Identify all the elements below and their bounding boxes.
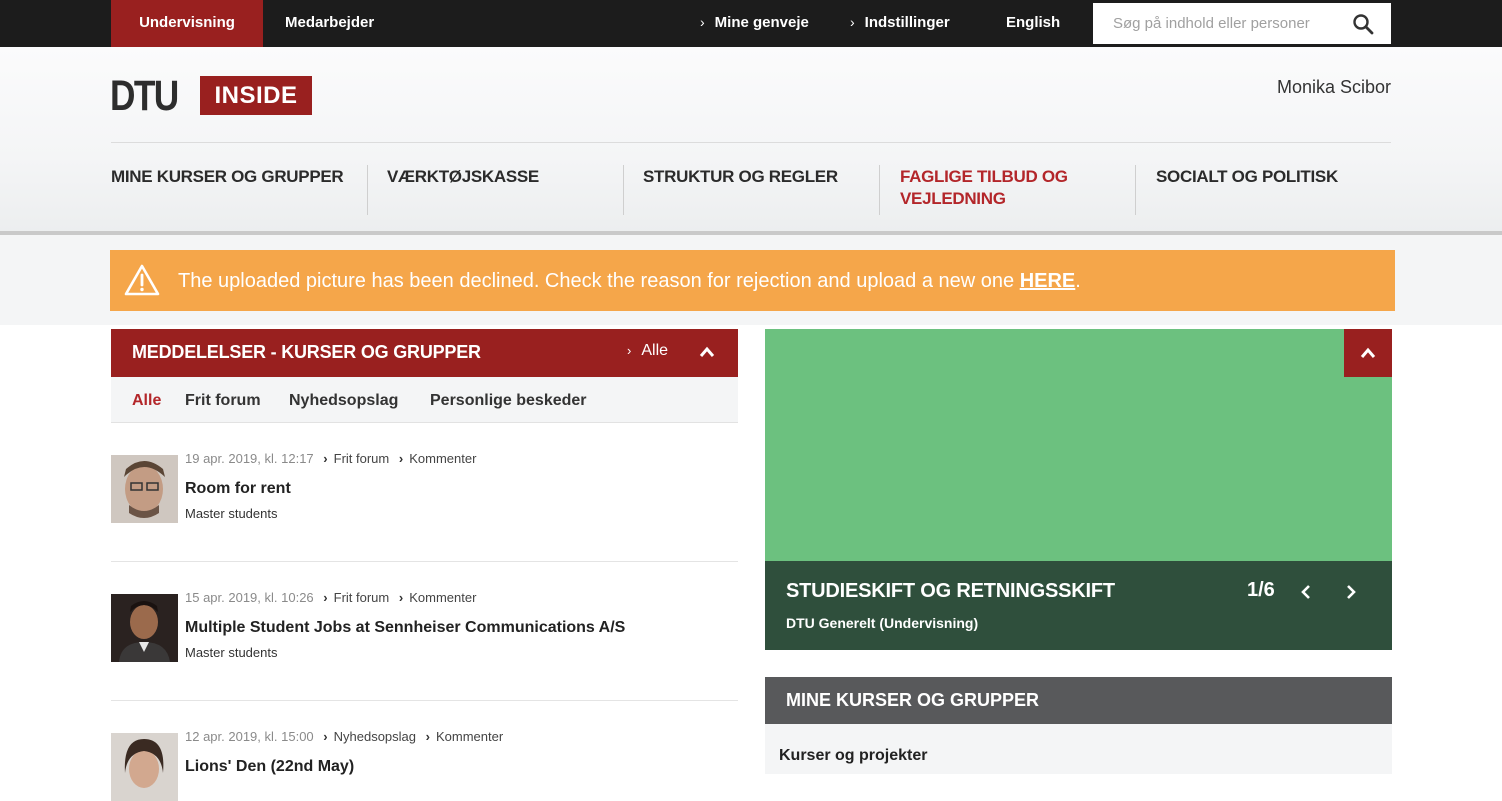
search-placeholder: Søg på indhold eller personer [1113, 15, 1310, 32]
site-header [0, 47, 1502, 233]
nav-label-line: FAGLIGE TILBUD OG [900, 167, 1068, 186]
carousel-counter: 1/6 [1247, 579, 1275, 601]
nav-separator [367, 165, 368, 215]
my-courses-header: MINE KURSER OG GRUPPER [765, 677, 1392, 724]
courses-subheading: Kurser og projekter [779, 747, 928, 764]
post-meta: 15 apr. 2019, kl. 10:26 Frit forum Komme… [185, 590, 476, 605]
carousel-title[interactable]: STUDIESKIFT OG RETNINGSSKIFT [786, 580, 1115, 603]
comment-link[interactable]: Kommenter [399, 451, 477, 466]
chevron-right-icon: › [850, 14, 855, 30]
chevron-right-icon: › [700, 14, 705, 30]
chevron-right-icon: › [627, 343, 632, 358]
announcements-header: MEDDELELSER - KURSER OG GRUPPER › Alle [111, 329, 738, 377]
post-title[interactable]: Room for rent [185, 480, 291, 498]
announcements-title: MEDDELELSER - KURSER OG GRUPPER [132, 342, 481, 362]
post-group: Master students [185, 506, 278, 521]
chevron-right-icon[interactable] [1345, 583, 1357, 601]
tab-undervisning[interactable]: Undervisning [111, 0, 263, 47]
nav-faglige-tilbud[interactable]: FAGLIGE TILBUD OG VEJLEDNING [900, 166, 1068, 210]
header-rule [111, 142, 1391, 143]
alert-here-link[interactable]: HERE [1020, 270, 1076, 292]
filter-frit-forum[interactable]: Frit forum [185, 392, 261, 410]
filter-alle[interactable]: Alle [132, 392, 161, 410]
announcement-filters: Alle Frit forum Nyhedsopslag Personlige … [111, 377, 738, 423]
collapse-button[interactable] [1344, 329, 1392, 377]
avatar[interactable] [111, 455, 178, 523]
post-title[interactable]: Multiple Student Jobs at Sennheiser Comm… [185, 619, 625, 637]
nav-vaerktojskasse[interactable]: VÆRKTØJSKASSE [387, 166, 539, 188]
post-group: Master students [185, 645, 278, 660]
nav-struktur-og-regler[interactable]: STRUKTUR OG REGLER [643, 166, 838, 188]
announcements-all-link[interactable]: › Alle [627, 342, 668, 360]
search-icon[interactable] [1352, 13, 1374, 35]
nav-socialt-og-politisk[interactable]: SOCIALT OG POLITISK [1156, 166, 1338, 188]
comment-link[interactable]: Kommenter [399, 590, 477, 605]
search-input[interactable]: Søg på indhold eller personer [1093, 3, 1391, 44]
inside-badge[interactable]: INSIDE [200, 76, 312, 115]
divider [111, 700, 738, 701]
post-title[interactable]: Lions' Den (22nd May) [185, 758, 354, 776]
chevron-left-icon[interactable] [1300, 583, 1312, 601]
filter-personlige-beskeder[interactable]: Personlige beskeder [430, 392, 587, 410]
divider [111, 561, 738, 562]
nav-label-line: VEJLEDNING [900, 189, 1006, 208]
dtu-logo[interactable]: DTU [110, 72, 179, 121]
tab-medarbejder[interactable]: Medarbejder [285, 0, 374, 47]
chevron-up-icon[interactable] [699, 345, 715, 359]
carousel-subtitle: DTU Generelt (Undervisning) [786, 615, 979, 631]
alert-banner: The uploaded picture has been declined. … [110, 250, 1395, 311]
indstillinger-link[interactable]: › Indstillinger [850, 0, 950, 47]
post-meta: 12 apr. 2019, kl. 15:00 Nyhedsopslag Kom… [185, 729, 503, 744]
mine-genveje-link[interactable]: › Mine genveje [700, 0, 809, 47]
news-carousel: STUDIESKIFT OG RETNINGSSKIFT DTU Generel… [765, 329, 1392, 650]
nav-separator [623, 165, 624, 215]
user-name[interactable]: Monika Scibor [1277, 77, 1391, 98]
comment-link[interactable]: Kommenter [426, 729, 504, 744]
nav-mine-kurser[interactable]: MINE KURSER OG GRUPPER [111, 166, 344, 188]
avatar[interactable] [111, 733, 178, 801]
filter-nyhedsopslag[interactable]: Nyhedsopslag [289, 392, 398, 410]
post-category-link[interactable]: Frit forum [323, 451, 389, 466]
post-meta: 19 apr. 2019, kl. 12:17 Frit forum Komme… [185, 451, 476, 466]
alert-message: The uploaded picture has been declined. … [178, 270, 1081, 292]
my-courses-body: Kurser og projekter [765, 724, 1392, 774]
my-courses-title: MINE KURSER OG GRUPPER [786, 690, 1040, 710]
warning-icon [124, 264, 160, 296]
avatar[interactable] [111, 594, 178, 662]
top-bar: Undervisning Medarbejder › Mine genveje ›… [0, 0, 1502, 47]
nav-separator [879, 165, 880, 215]
carousel-caption: STUDIESKIFT OG RETNINGSSKIFT DTU Generel… [765, 561, 1392, 650]
language-link[interactable]: English [1006, 0, 1060, 47]
nav-separator [1135, 165, 1136, 215]
post-category-link[interactable]: Nyhedsopslag [323, 729, 416, 744]
post-category-link[interactable]: Frit forum [323, 590, 389, 605]
chevron-up-icon [1360, 347, 1376, 358]
